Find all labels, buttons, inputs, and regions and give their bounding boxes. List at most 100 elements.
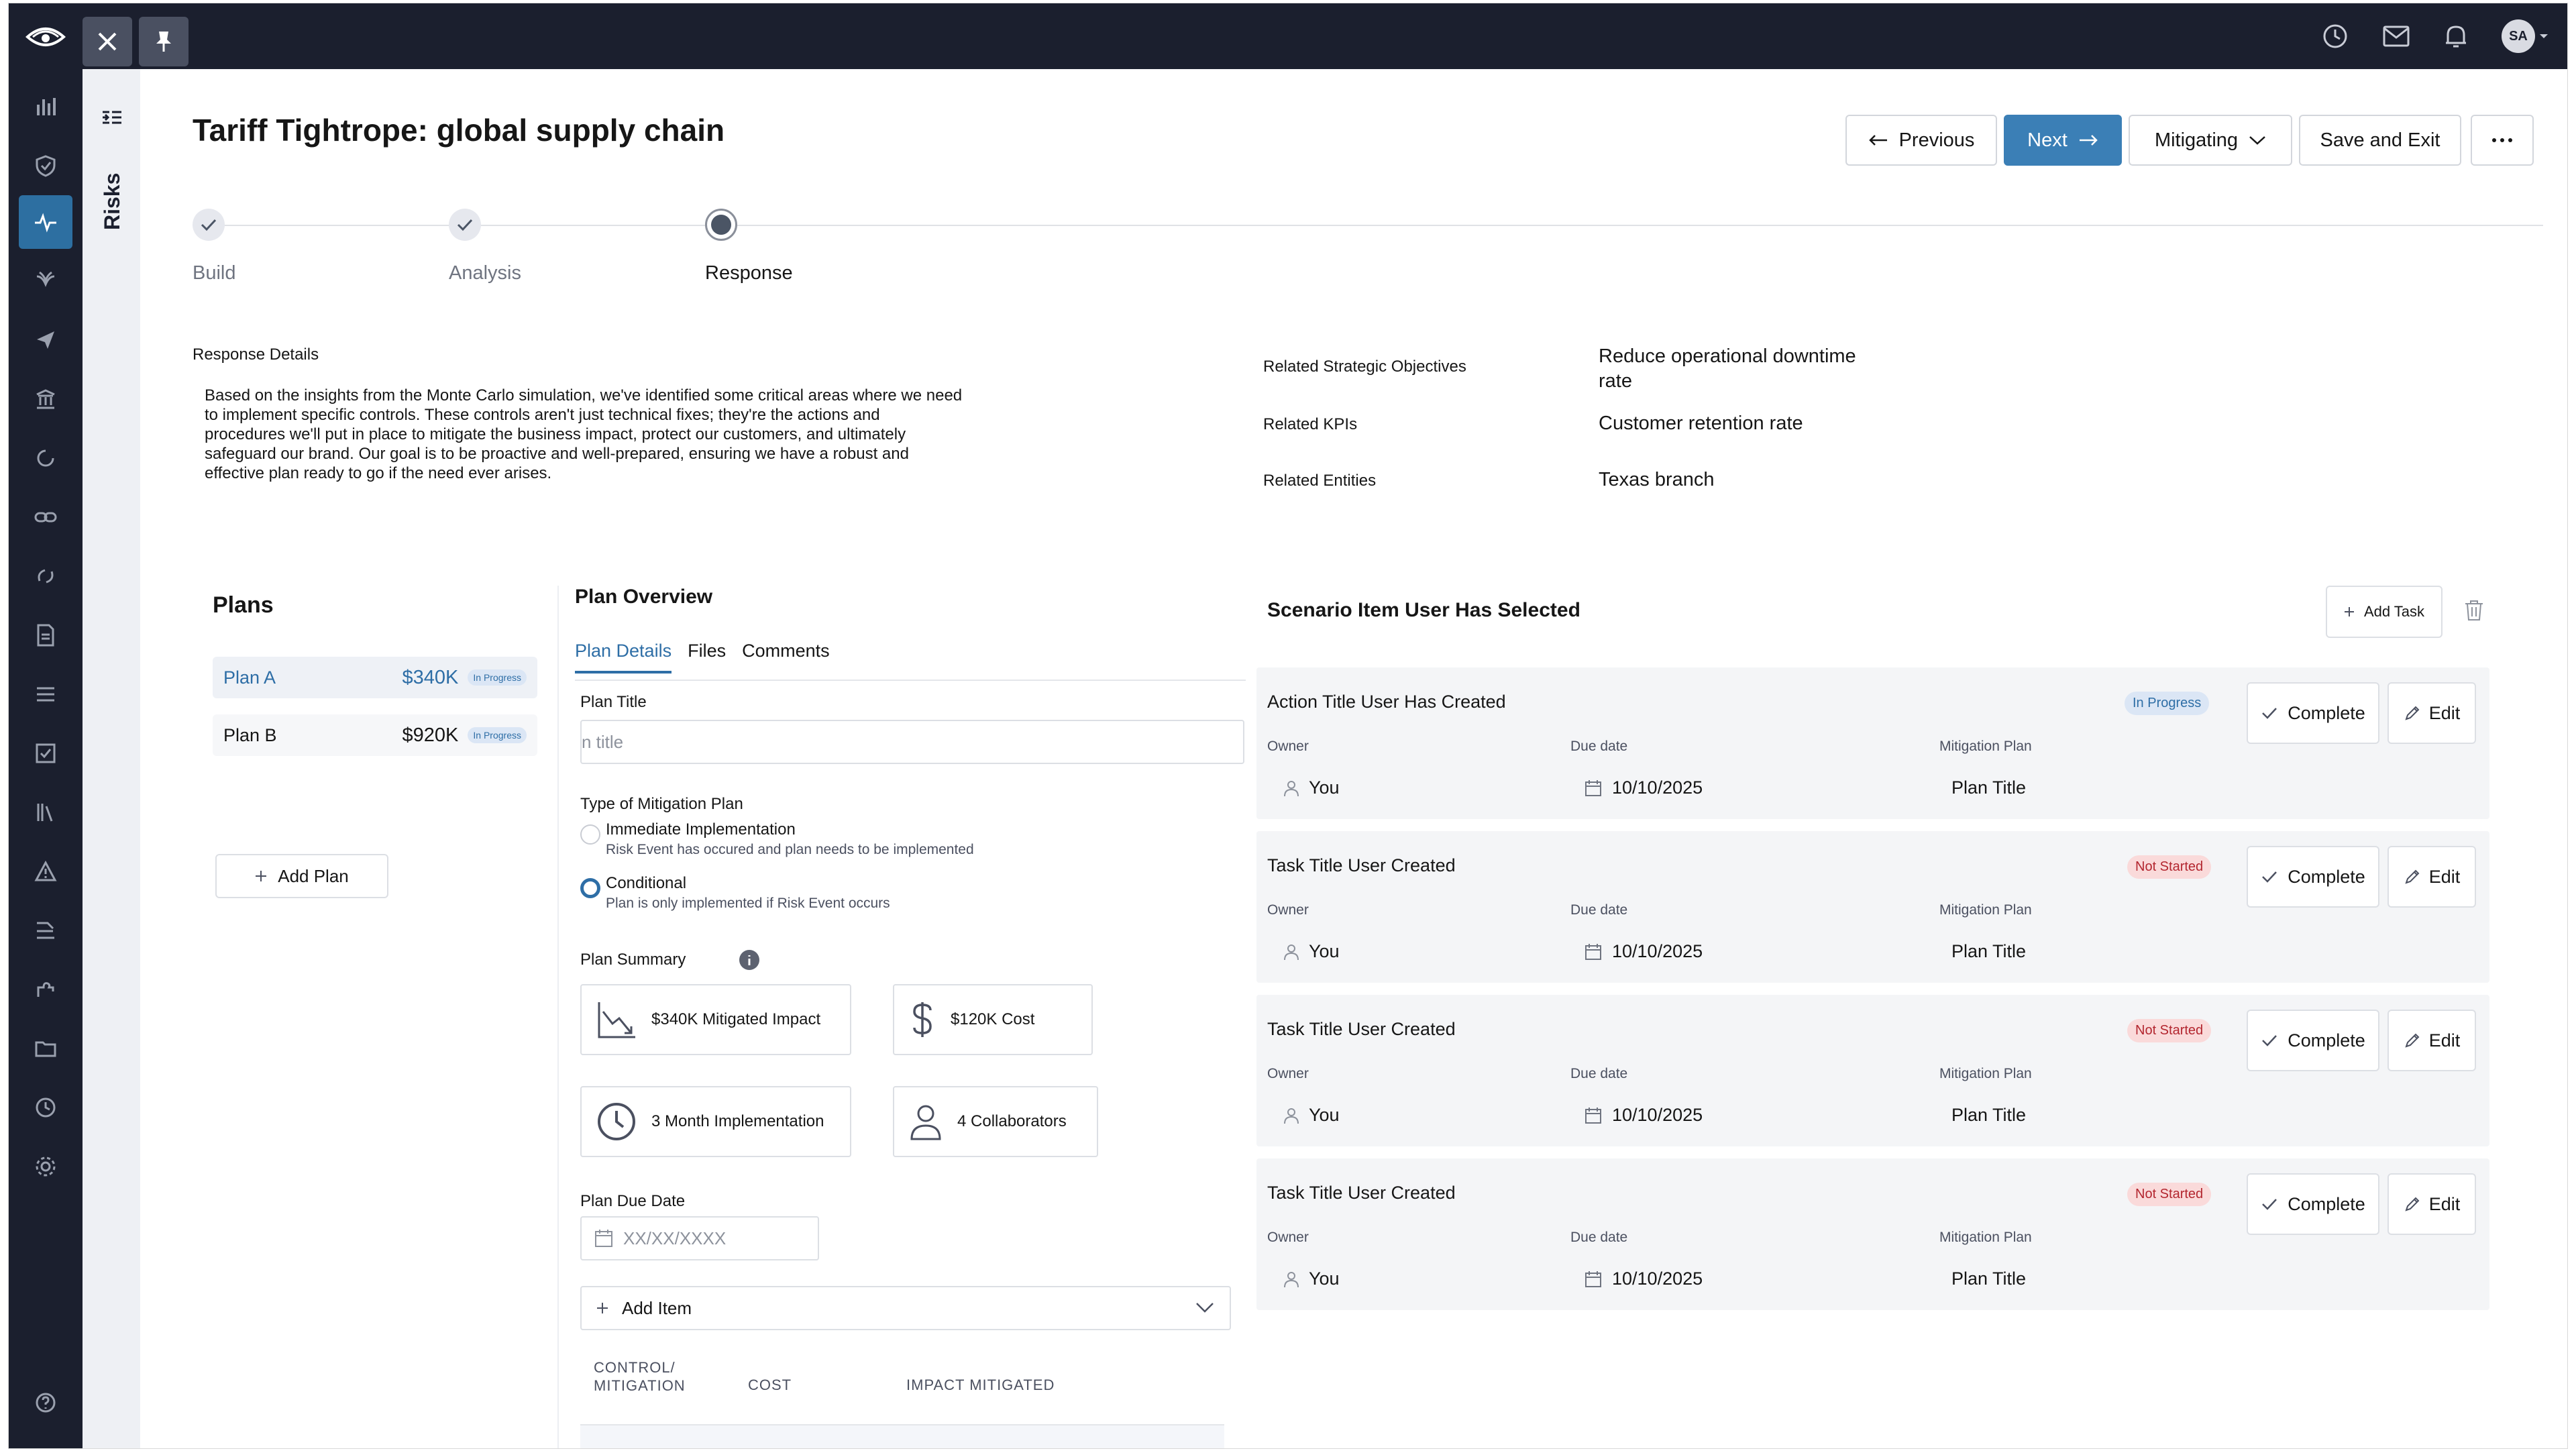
status-badge: In Progress	[468, 669, 527, 686]
edit-button[interactable]: Edit	[2387, 1010, 2476, 1071]
nav-sync-icon[interactable]	[19, 549, 72, 603]
nav-library-icon[interactable]	[19, 786, 72, 839]
step-build[interactable]: Build	[193, 209, 236, 284]
nav-folder-icon[interactable]	[19, 1022, 72, 1075]
dollar-icon	[913, 1002, 932, 1037]
add-plan-button[interactable]: Add Plan	[215, 854, 388, 898]
pencil-icon	[2405, 1033, 2420, 1048]
radio-button-selected[interactable]	[580, 878, 600, 898]
edit-button[interactable]: Edit	[2387, 846, 2476, 908]
nav-refresh-icon[interactable]	[19, 431, 72, 485]
task-title: Task Title User Created	[1267, 855, 1456, 875]
due-date-label: Due date	[1570, 1066, 1628, 1081]
due-date-label: Due date	[1570, 1230, 1628, 1245]
nav-checkbox-icon[interactable]	[19, 726, 72, 780]
nav-bank-icon[interactable]	[19, 372, 72, 426]
nav-puzzle-icon[interactable]	[19, 963, 72, 1016]
nav-warning-icon[interactable]	[19, 845, 72, 898]
mitigation-plan-label: Mitigation Plan	[1939, 1066, 2032, 1081]
status-dropdown[interactable]: Mitigating	[2129, 115, 2292, 166]
left-nav-rail	[9, 69, 83, 1448]
close-icon	[98, 32, 117, 51]
page-title: Tariff Tightrope: global supply chain	[193, 113, 725, 148]
step-analysis[interactable]: Analysis	[449, 209, 521, 284]
column-header-impact[interactable]: IMPACT MITIGATED	[906, 1376, 1055, 1394]
nav-help-icon[interactable]	[19, 1376, 72, 1430]
plan-title-label: Plan Title	[580, 693, 647, 711]
related-objectives-label: Related Strategic Objectives	[1263, 358, 1466, 376]
radio-button[interactable]	[580, 824, 600, 845]
plan-due-date-label: Plan Due Date	[580, 1192, 686, 1210]
logo-icon[interactable]	[23, 18, 68, 56]
nav-flow-icon[interactable]	[19, 904, 72, 957]
info-icon[interactable]	[739, 949, 760, 971]
add-item-dropdown[interactable]: Add Item	[580, 1286, 1231, 1330]
pin-button[interactable]	[139, 17, 189, 66]
complete-button[interactable]: Complete	[2247, 682, 2379, 744]
mitigation-plan-value: Plan Title	[1951, 777, 2027, 798]
panel-divider	[557, 586, 559, 1448]
complete-button[interactable]: Complete	[2247, 846, 2379, 908]
owner-value: You	[1283, 1105, 1340, 1126]
section-label: Risks	[100, 172, 124, 230]
history-icon[interactable]	[2322, 23, 2349, 50]
nav-settings-icon[interactable]	[19, 1140, 72, 1193]
table-row[interactable]	[580, 1424, 1224, 1448]
column-header-control[interactable]: CONTROL/ MITIGATION	[594, 1358, 686, 1395]
owner-label: Owner	[1267, 902, 1309, 918]
mail-icon[interactable]	[2382, 25, 2410, 48]
plan-item-b[interactable]: Plan B $920K In Progress	[213, 714, 537, 756]
more-options-button[interactable]	[2471, 115, 2534, 166]
user-menu[interactable]: SA	[2502, 19, 2548, 53]
edit-button[interactable]: Edit	[2387, 682, 2476, 744]
scenario-title: Scenario Item User Has Selected	[1267, 599, 1580, 621]
nav-list-icon[interactable]	[19, 667, 72, 721]
check-icon	[2262, 708, 2277, 719]
plan-tabs: Plan Details Files Comments	[575, 641, 830, 673]
close-button[interactable]	[83, 17, 132, 66]
tab-files[interactable]: Files	[688, 641, 726, 673]
task-title: Action Title User Has Created	[1267, 692, 1506, 712]
main-content: Tariff Tightrope: global supply chain Pr…	[140, 69, 2567, 1448]
check-icon	[193, 209, 225, 241]
nav-document-icon[interactable]	[19, 608, 72, 662]
owner-label: Owner	[1267, 739, 1309, 754]
edit-button[interactable]: Edit	[2387, 1173, 2476, 1235]
response-details-text: Based on the insights from the Monte Car…	[205, 386, 963, 482]
previous-button[interactable]: Previous	[1845, 115, 1997, 166]
due-date-value: 10/10/2025	[1584, 941, 1703, 962]
nav-bird-icon[interactable]	[19, 254, 72, 308]
tabs-divider	[575, 680, 1246, 681]
bell-icon[interactable]	[2444, 23, 2468, 50]
nav-send-icon[interactable]	[19, 313, 72, 367]
nav-risk-pulse-icon[interactable]	[19, 195, 72, 249]
nav-shield-icon[interactable]	[19, 139, 72, 193]
nav-dashboard-icon[interactable]	[19, 80, 72, 133]
nav-clock-icon[interactable]	[19, 1081, 72, 1134]
tab-comments[interactable]: Comments	[742, 641, 830, 673]
plan-summary-label: Plan Summary	[580, 951, 686, 969]
save-and-exit-button[interactable]: Save and Exit	[2299, 115, 2461, 166]
add-task-button[interactable]: Add Task	[2326, 586, 2443, 638]
plan-item-a[interactable]: Plan A $340K In Progress	[213, 657, 537, 698]
due-date-label: Due date	[1570, 739, 1628, 754]
status-badge: Not Started	[2127, 1183, 2212, 1206]
trash-icon[interactable]	[2464, 599, 2484, 622]
step-response[interactable]: Response	[705, 209, 793, 284]
expand-panel-icon[interactable]	[99, 104, 125, 131]
nav-link-icon[interactable]	[19, 490, 72, 544]
arrow-left-icon	[1868, 135, 1887, 146]
column-header-cost[interactable]: COST	[748, 1376, 792, 1394]
person-icon	[1284, 944, 1299, 960]
check-icon	[2262, 1035, 2277, 1046]
plan-title-input[interactable]: n title	[580, 720, 1244, 764]
check-icon	[449, 209, 481, 241]
plan-due-date-input[interactable]: XX/XX/XXXX	[580, 1216, 819, 1260]
complete-button[interactable]: Complete	[2247, 1173, 2379, 1235]
tab-plan-details[interactable]: Plan Details	[575, 641, 672, 673]
owner-value: You	[1283, 941, 1340, 962]
stepper-track	[209, 225, 2543, 226]
complete-button[interactable]: Complete	[2247, 1010, 2379, 1071]
next-button[interactable]: Next	[2004, 115, 2122, 166]
ellipsis-icon	[2492, 138, 2512, 142]
